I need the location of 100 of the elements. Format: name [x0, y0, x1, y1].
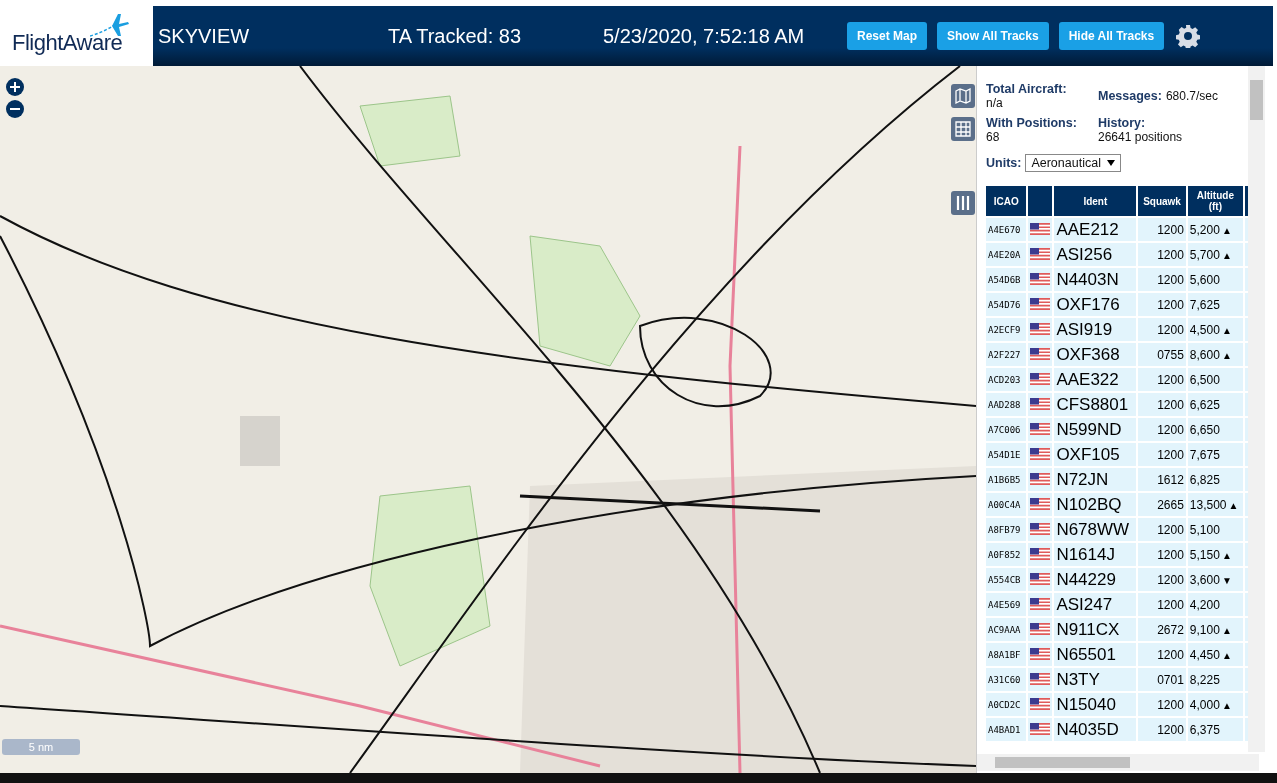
flag-icon [1030, 472, 1051, 485]
flag-icon [1030, 347, 1051, 360]
trend-indicator: ▲ [1221, 549, 1232, 561]
trend-indicator: ▲ [1221, 624, 1232, 636]
settings-icon[interactable] [1176, 24, 1201, 48]
flag-icon [1030, 397, 1051, 410]
table-cell: 2665 [1138, 493, 1186, 516]
table-cell: 2672 [1138, 618, 1186, 641]
trend-indicator: ▲ [1221, 249, 1232, 261]
table-cell: CFS8801 [1054, 393, 1137, 416]
flag-icon [1030, 597, 1051, 610]
flag-icon [1030, 622, 1051, 635]
table-cell: 7,625 [1189, 297, 1220, 312]
caret-icon [1106, 160, 1115, 166]
flag-icon [1030, 572, 1051, 585]
table-cell: 1200 [1138, 243, 1186, 266]
table-cell: 1200 [1138, 518, 1186, 541]
table-cell: 1200 [1138, 693, 1186, 716]
table-cell: A8FB79 [986, 518, 1027, 541]
scale-label: 5 nm [28, 741, 54, 753]
flag-icon [1030, 672, 1051, 685]
table-cell: 4,500 [1189, 322, 1220, 337]
trend-indicator: ▲ [1228, 499, 1239, 511]
table-cell: N4403N [1054, 268, 1137, 291]
scrollbar[interactable] [1248, 66, 1265, 752]
scrollbar[interactable] [977, 754, 1259, 771]
table-cell: AAD288 [986, 393, 1027, 416]
table-cell: A4E670 [986, 218, 1027, 241]
table-cell: 6,500 [1189, 372, 1220, 387]
table-cell: N911CX [1054, 618, 1137, 641]
table-cell: 1200 [1138, 593, 1186, 616]
table-cell: 1200 [1138, 418, 1186, 441]
logo-text: FlightAware [12, 30, 123, 56]
trend-indicator: ▲ [1221, 324, 1232, 336]
map-layer-button[interactable] [951, 84, 975, 108]
table-cell: N1614J [1054, 543, 1137, 566]
table-cell: N65501 [1054, 643, 1137, 666]
column-header[interactable]: Squawk [1138, 186, 1186, 216]
table-cell: OXF176 [1054, 293, 1137, 316]
table-cell: 6,375 [1189, 722, 1220, 737]
table-cell: ASI247 [1054, 593, 1137, 616]
column-header[interactable]: Ident [1054, 186, 1137, 216]
table-cell: 1200 [1138, 318, 1186, 341]
table-cell: A4E20A [986, 243, 1027, 266]
table-cell: 9,100 [1189, 622, 1220, 637]
stat-label: History: [1098, 116, 1147, 130]
flag-icon [1030, 497, 1051, 510]
table-cell: 8,600 [1189, 347, 1220, 362]
stat-value: 26641 positions [1098, 130, 1184, 144]
table-cell: N15040 [1054, 693, 1137, 716]
table-cell: ACD203 [986, 368, 1027, 391]
table-cell: 4,000 [1189, 697, 1220, 712]
table-cell: N599ND [1054, 418, 1137, 441]
units-dropdown[interactable]: Aeronautical [1025, 154, 1121, 172]
stat-value: n/a [986, 96, 1004, 110]
table-cell: 1200 [1138, 218, 1186, 241]
table-cell: AAE322 [1054, 368, 1137, 391]
table-cell: N72JN [1054, 468, 1137, 491]
trend-indicator: ▲ [1221, 699, 1232, 711]
flag-icon [1030, 372, 1051, 385]
table-cell: 5,200 [1189, 222, 1220, 237]
table-cell: A31C60 [986, 668, 1027, 691]
flag-icon [1030, 272, 1051, 285]
table-cell: A2F227 [986, 343, 1027, 366]
trend-indicator: ▲ [1221, 224, 1232, 236]
table-cell: 1200 [1138, 543, 1186, 566]
table-cell: A54D6B [986, 268, 1027, 291]
column-header[interactable]: Altitude (ft) [1187, 186, 1243, 216]
table-cell: 4,450 [1189, 647, 1220, 662]
table-cell: 7,675 [1189, 447, 1220, 462]
stat-label: With Positions: [986, 116, 1078, 130]
table-cell: N678WW [1054, 518, 1137, 541]
grid-button[interactable] [951, 117, 975, 141]
trend-indicator: ▲ [1221, 349, 1232, 361]
column-header[interactable]: ICAO [986, 186, 1027, 216]
table-cell: A1B6B5 [986, 468, 1027, 491]
table-cell: 8,225 [1189, 672, 1220, 687]
flag-icon [1030, 422, 1051, 435]
table-cell: N4035D [1054, 718, 1137, 741]
table-cell: ASI256 [1054, 243, 1137, 266]
table-cell: 1612 [1138, 468, 1186, 491]
table-cell: A554CB [986, 568, 1027, 591]
table-cell: 1200 [1138, 643, 1186, 666]
table-cell: 4,200 [1189, 597, 1220, 612]
table-cell: A54D1E [986, 443, 1027, 466]
table-cell: 3,600 [1189, 572, 1220, 587]
table-cell: 13,500 [1189, 497, 1227, 512]
flag-icon [1030, 522, 1051, 535]
table-cell: 1200 [1138, 443, 1186, 466]
columns-button[interactable] [951, 191, 975, 215]
table-cell: N3TY [1054, 668, 1137, 691]
table-cell: 1200 [1138, 293, 1186, 316]
table-cell: 1200 [1138, 718, 1186, 741]
table-cell: 1200 [1138, 568, 1186, 591]
units-label: Units: [986, 156, 1022, 170]
date-time: 5/23/2020, 7:52:18 AM [603, 24, 806, 48]
table-cell: 1200 [1138, 393, 1186, 416]
plus-icon [9, 81, 21, 93]
table-cell: AAE212 [1054, 218, 1137, 241]
stat-label: Messages: [1098, 89, 1162, 103]
